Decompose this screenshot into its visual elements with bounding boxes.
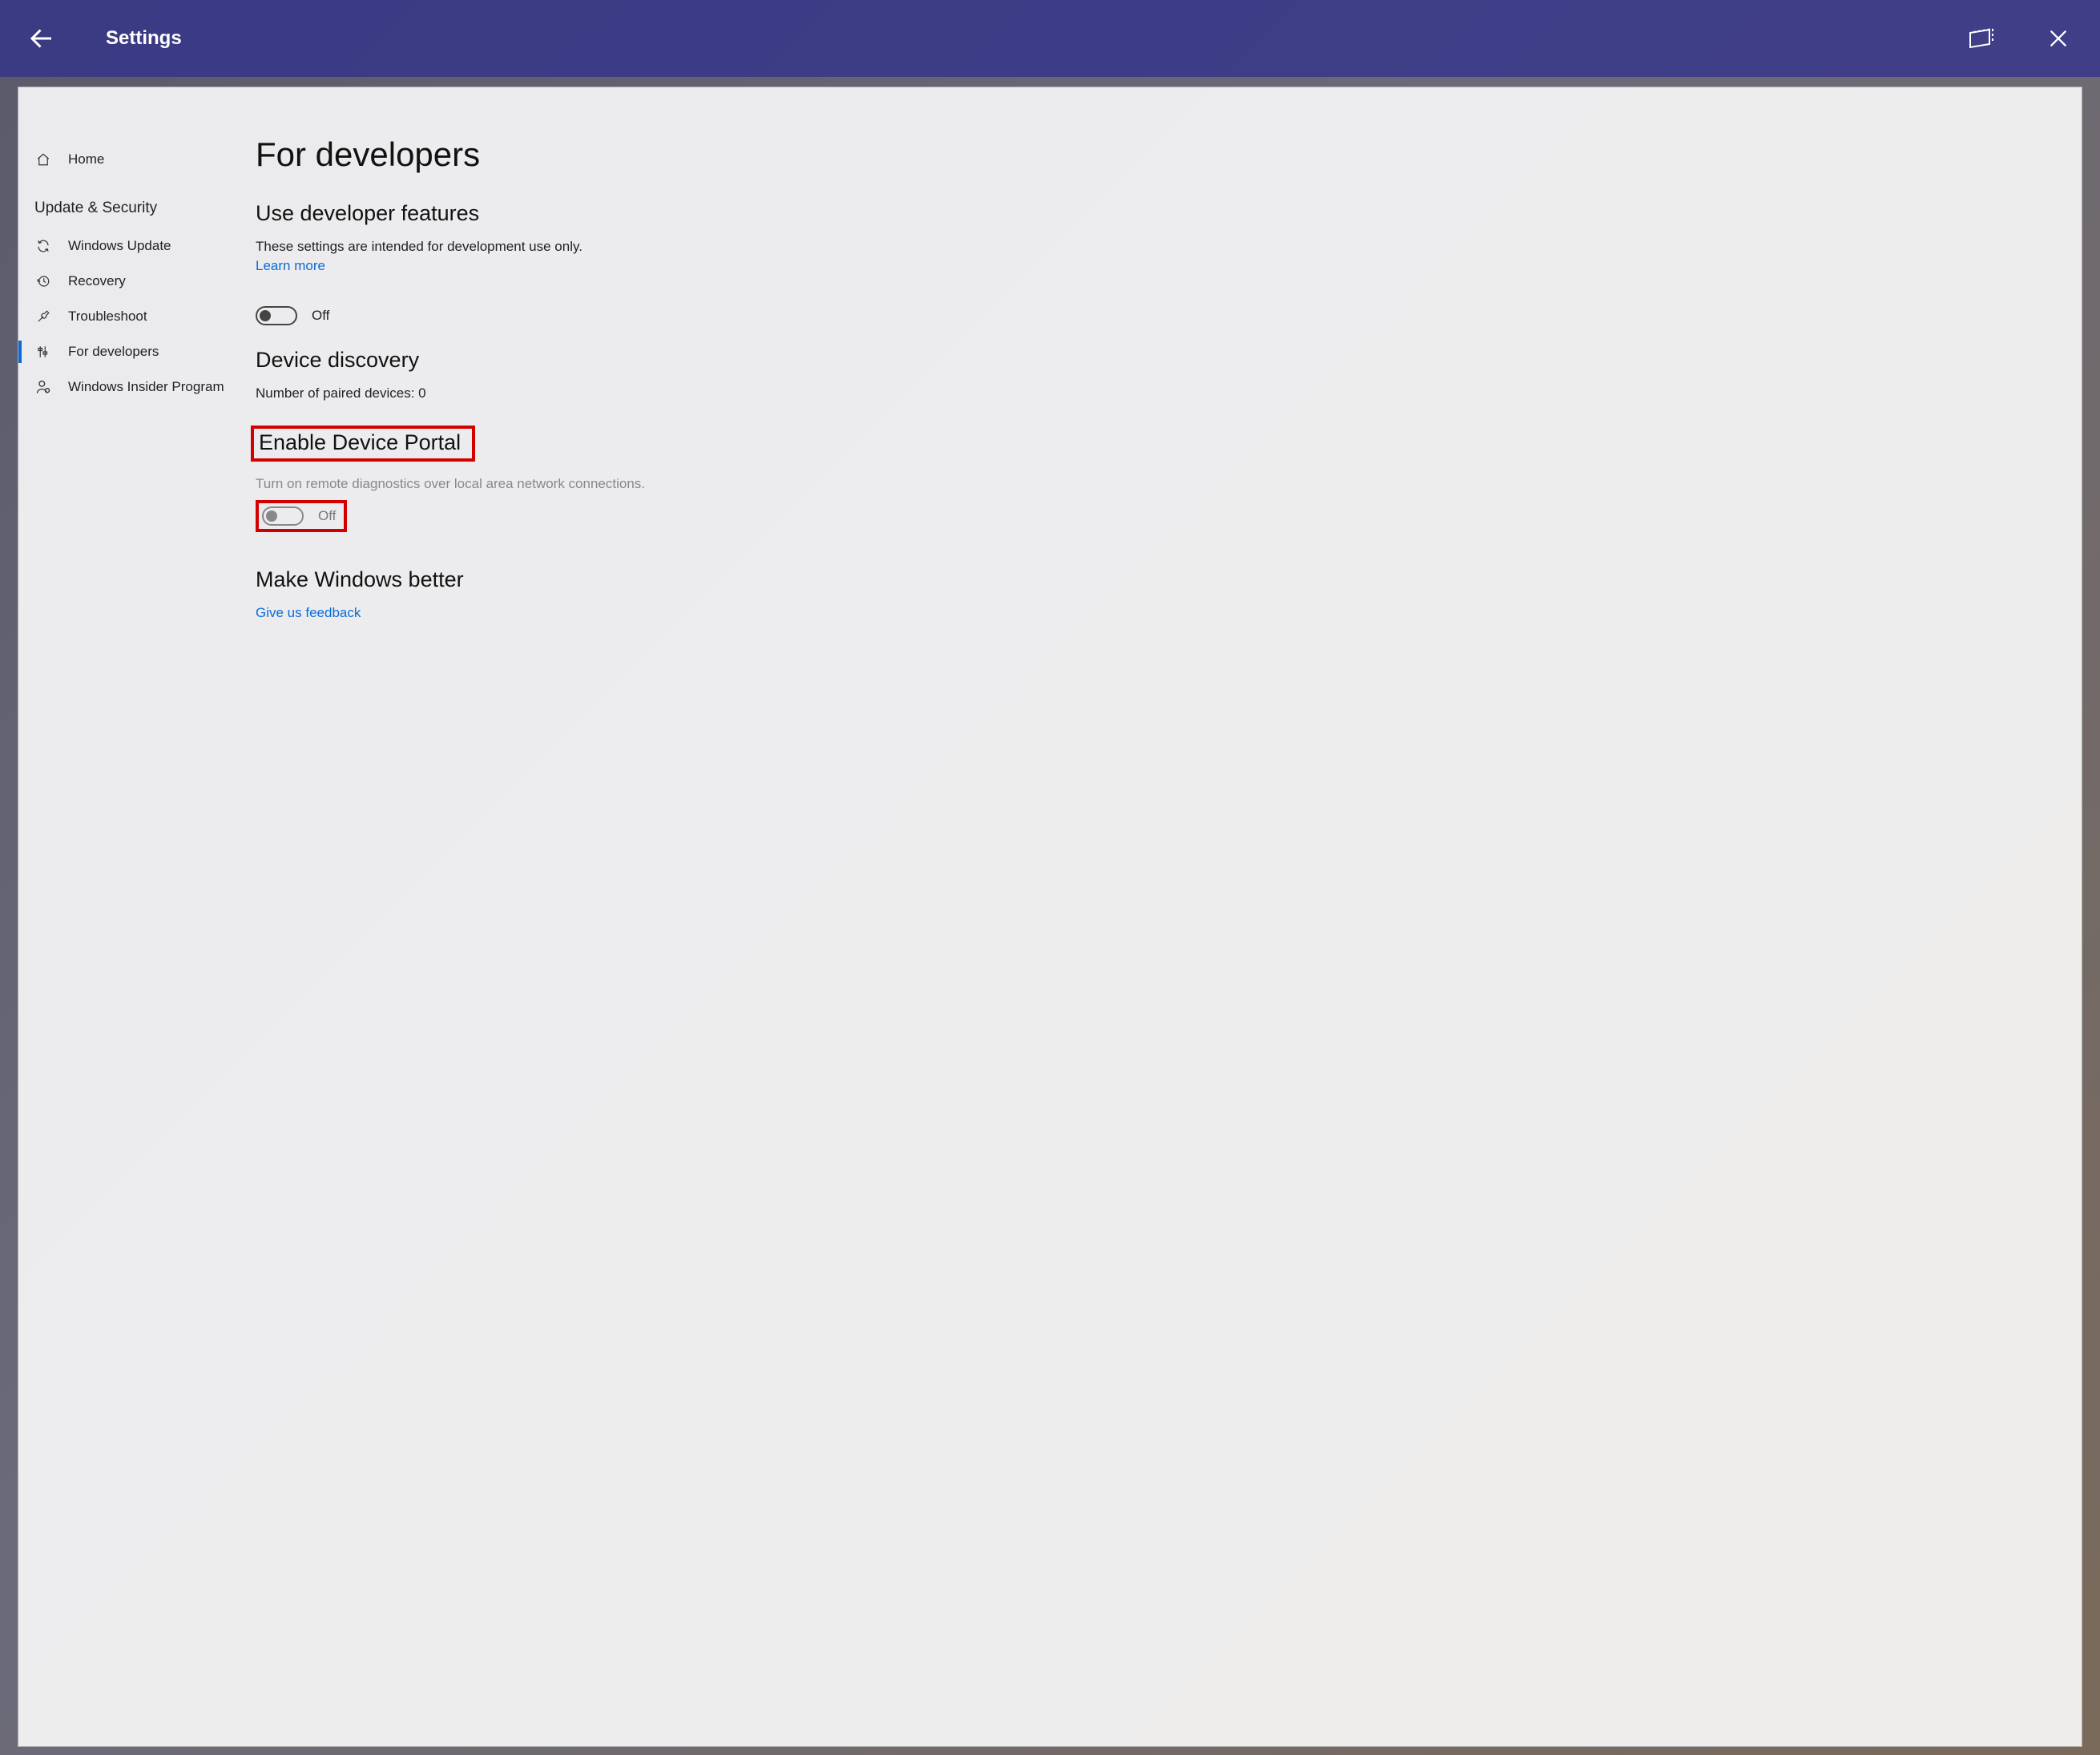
toggle-knob [266, 510, 277, 522]
sidebar-item-recovery[interactable]: Recovery [18, 264, 248, 299]
resize-window-button[interactable] [1962, 19, 2001, 58]
sidebar-item-label: For developers [68, 344, 240, 360]
sidebar-item-insider[interactable]: Windows Insider Program [18, 369, 248, 405]
device-portal-toggle[interactable] [262, 506, 304, 526]
annotation-highlight-toggle: Off [256, 500, 347, 532]
arrow-left-icon [27, 24, 56, 53]
content-area: For developers Use developer features Th… [248, 87, 2082, 1746]
device-portal-desc: Turn on remote diagnostics over local ar… [256, 476, 2050, 492]
dev-features-desc: These settings are intended for developm… [256, 239, 2050, 255]
dev-features-toggle-row: Off [256, 306, 2050, 325]
home-icon [34, 152, 52, 167]
sidebar-item-label: Windows Insider Program [68, 379, 240, 395]
device-portal-toggle-label: Off [318, 508, 336, 524]
close-button[interactable] [2039, 19, 2078, 58]
sidebar-item-label: Windows Update [68, 238, 240, 254]
section-heading-device-portal: Enable Device Portal [259, 430, 461, 455]
sidebar-item-label: Troubleshoot [68, 309, 240, 325]
app-title: Settings [106, 27, 182, 50]
developer-icon [34, 345, 52, 359]
sidebar-item-label: Recovery [68, 273, 240, 289]
window-slate-icon [1968, 26, 1995, 50]
sidebar: Home Update & Security Windows Update Re… [18, 87, 248, 1746]
section-heading-dev-features: Use developer features [256, 201, 2050, 226]
person-badge-icon [34, 379, 52, 395]
wrench-icon [34, 309, 52, 324]
sidebar-item-windows-update[interactable]: Windows Update [18, 228, 248, 264]
feedback-link[interactable]: Give us feedback [256, 605, 361, 621]
sidebar-section-label: Update & Security [18, 176, 248, 228]
sidebar-item-troubleshoot[interactable]: Troubleshoot [18, 299, 248, 334]
sidebar-item-for-developers[interactable]: For developers [18, 334, 248, 369]
close-icon [2047, 27, 2070, 50]
section-heading-make-windows-better: Make Windows better [256, 567, 2050, 592]
toggle-knob [260, 310, 271, 321]
sync-icon [34, 239, 52, 253]
settings-window: Home Update & Security Windows Update Re… [18, 87, 2082, 1747]
annotation-highlight-heading: Enable Device Portal [251, 426, 475, 462]
section-heading-device-discovery: Device discovery [256, 348, 2050, 373]
learn-more-link[interactable]: Learn more [256, 258, 325, 274]
dev-features-toggle[interactable] [256, 306, 297, 325]
paired-devices-count: Number of paired devices: 0 [256, 385, 2050, 401]
sidebar-home[interactable]: Home [18, 143, 248, 176]
page-title: For developers [256, 135, 2050, 174]
sidebar-home-label: Home [68, 151, 104, 167]
titlebar: Settings [0, 0, 2100, 77]
back-button[interactable] [22, 19, 61, 58]
dev-features-toggle-label: Off [312, 308, 329, 324]
history-icon [34, 274, 52, 288]
